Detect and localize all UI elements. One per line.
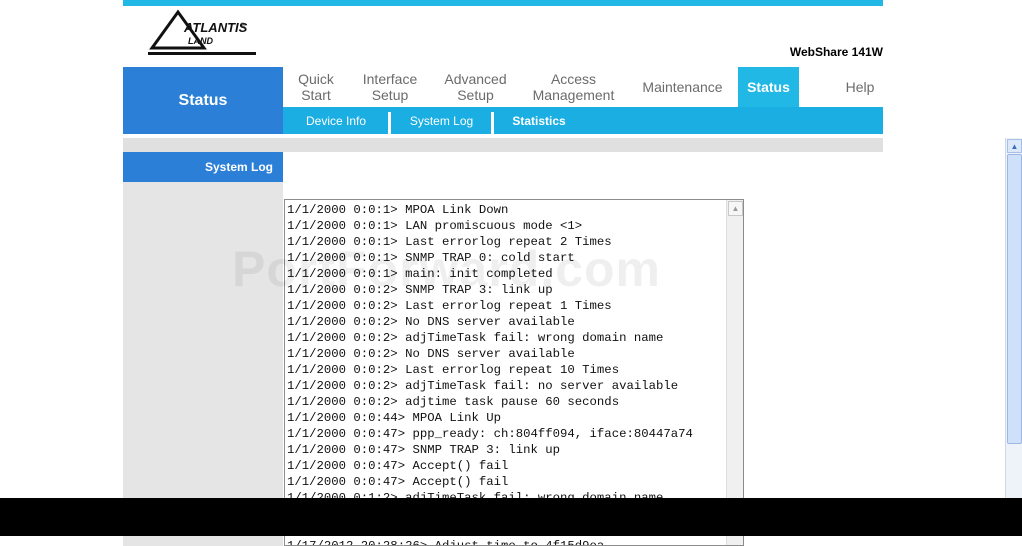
nav-interface-setup[interactable]: Interface Setup — [349, 67, 431, 107]
nav-access-management[interactable]: Access Management — [520, 67, 627, 107]
nav-help-label: Help — [845, 79, 875, 95]
log-line: 1/1/2000 0:0:1> MPOA Link Down — [287, 203, 509, 217]
system-log-textarea[interactable]: 1/1/2000 0:0:1> MPOA Link Down 1/1/2000 0… — [284, 199, 744, 546]
log-line: 1/1/2000 0:0:2> adjTimeTask fail: wrong … — [287, 331, 664, 345]
sub-nav: Device Info System Log Statistics — [283, 107, 883, 134]
nav-interface-setup-label: Interface Setup — [362, 71, 418, 103]
nav-maintenance[interactable]: Maintenance — [627, 67, 738, 107]
log-line: 1/1/2000 0:0:2> No DNS server available — [287, 315, 575, 329]
log-line: 1/1/2000 0:0:47> Accept() fail — [287, 475, 509, 489]
left-column — [123, 152, 283, 546]
log-line: 1/1/2000 0:0:44> MPOA Link Up — [287, 411, 502, 425]
log-scrollbar[interactable]: ▲ — [726, 200, 743, 545]
atlantis-logo: ATLANTIS LAND ® — [148, 8, 260, 58]
subnav-system-log-label: System Log — [409, 113, 474, 128]
nav-quick-start[interactable]: Quick Start — [283, 67, 349, 107]
subnav-statistics-label: Statistics — [512, 113, 566, 128]
nav-advanced-setup[interactable]: Advanced Setup — [431, 67, 520, 107]
log-line: 1/1/2000 0:0:1> SNMP TRAP 0: cold start — [287, 251, 575, 265]
log-line: 1/1/2000 0:0:1> LAN promiscuous mode <1> — [287, 219, 583, 233]
nav-access-management-label: Access Management — [532, 71, 615, 103]
subnav-device-info[interactable]: Device Info — [283, 107, 389, 134]
top-accent-bar — [123, 0, 883, 6]
log-line: 1/1/2000 0:0:2> SNMP TRAP 3: link up — [287, 283, 553, 297]
scrollbar-thumb[interactable] — [1007, 154, 1022, 444]
subnav-statistics[interactable]: Statistics — [494, 107, 584, 134]
log-line: 1/1/2000 0:0:1> main: init completed — [287, 267, 553, 281]
log-lines: 1/1/2000 0:0:1> MPOA Link Down 1/1/2000 0… — [287, 202, 727, 546]
log-line: 1/1/2000 0:0:2> No DNS server available — [287, 347, 575, 361]
scroll-up-arrow-icon[interactable]: ▲ — [728, 201, 743, 216]
model-name: WebShare 141W — [789, 45, 883, 59]
occlusion-bar — [0, 498, 1022, 536]
page-scrollbar[interactable]: ▲ — [1005, 138, 1022, 498]
log-line: 1/1/2000 0:0:2> adjTimeTask fail: no ser… — [287, 379, 679, 393]
section-title: Status — [123, 67, 283, 134]
system-log-label: System Log — [123, 152, 283, 182]
main-nav: Quick Start Interface Setup Advanced Set… — [283, 67, 883, 107]
log-line: 1/1/2000 0:0:1> Last errorlog repeat 2 T… — [287, 235, 612, 249]
nav-maintenance-label: Maintenance — [642, 79, 723, 95]
nav-quick-start-label: Quick Start — [298, 71, 334, 103]
log-line: 1/17/2012 20:28:26> Adjust time to 4f15d… — [287, 539, 605, 546]
nav-advanced-setup-label: Advanced Setup — [444, 71, 507, 103]
subnav-device-info-label: Device Info — [305, 113, 367, 128]
log-line: 1/1/2000 0:0:2> Last errorlog repeat 1 T… — [287, 299, 612, 313]
log-line: 1/1/2000 0:0:47> Accept() fail — [287, 459, 509, 473]
nav-status-label: Status — [747, 79, 790, 95]
nav-help[interactable]: Help — [829, 67, 891, 107]
scroll-up-arrow-icon[interactable]: ▲ — [1007, 139, 1022, 153]
section-divider-bar — [123, 138, 883, 152]
log-line: 1/1/2000 0:0:2> Last errorlog repeat 10 … — [287, 363, 620, 377]
svg-text:®: ® — [240, 22, 246, 30]
svg-text:ATLANTIS: ATLANTIS — [183, 20, 248, 35]
subnav-system-log[interactable]: System Log — [391, 107, 492, 134]
log-line: 1/1/2000 0:0:2> adjtime task pause 60 se… — [287, 395, 620, 409]
log-line: 1/1/2000 0:0:47> ppp_ready: ch:804ff094,… — [287, 427, 693, 441]
nav-status[interactable]: Status — [738, 67, 799, 107]
log-line: 1/1/2000 0:0:47> SNMP TRAP 3: link up — [287, 443, 561, 457]
svg-text:LAND: LAND — [188, 36, 213, 46]
